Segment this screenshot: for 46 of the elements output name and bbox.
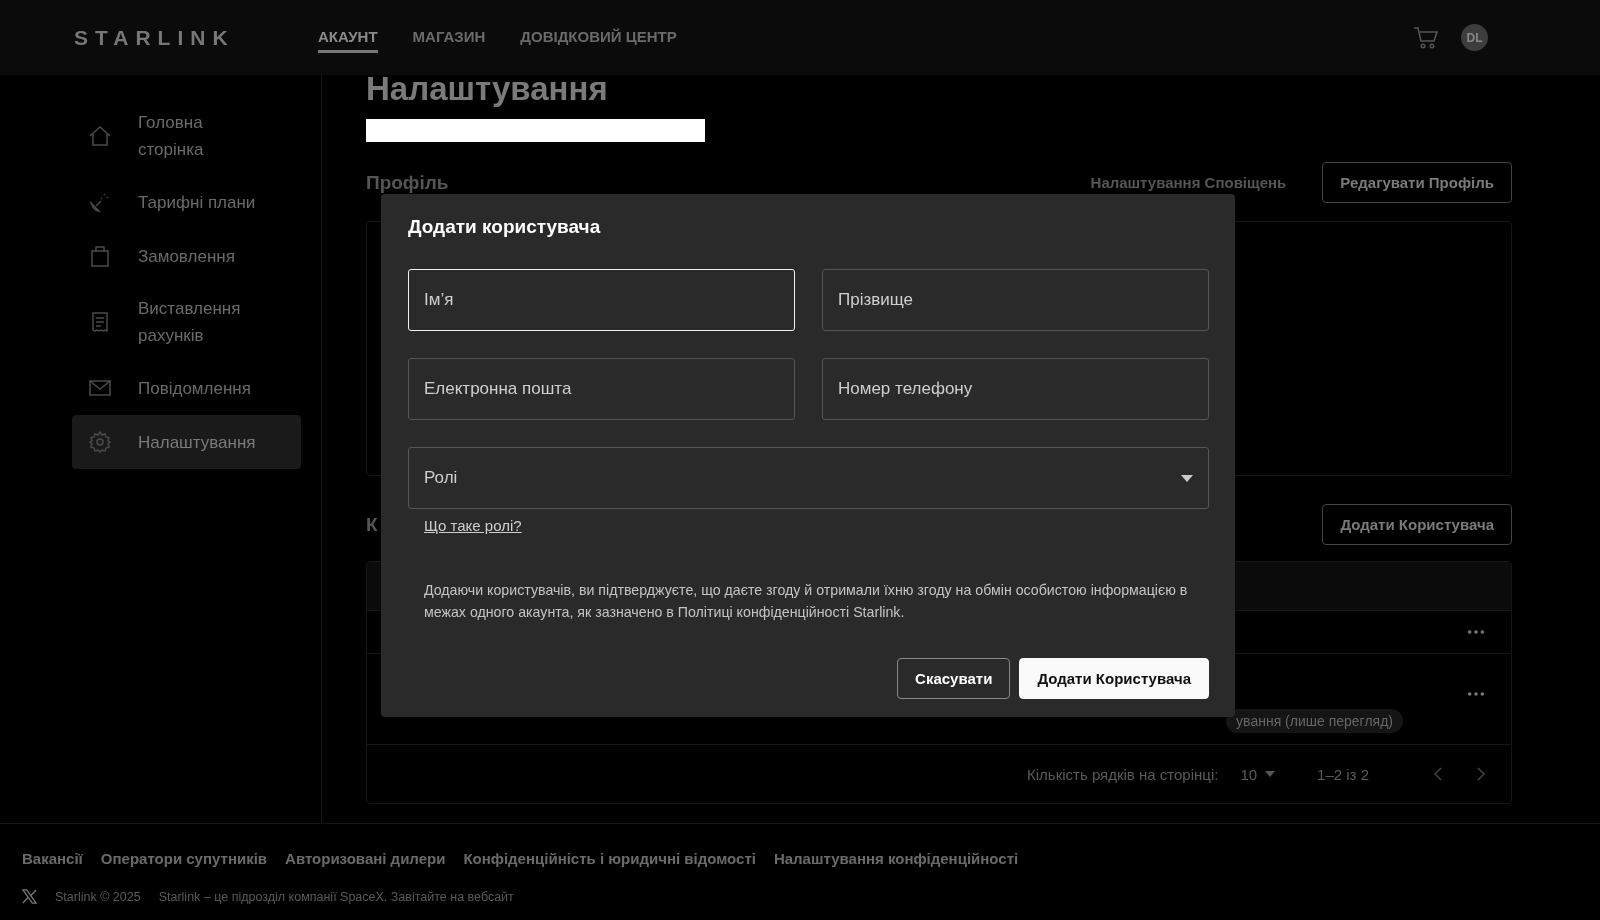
cancel-button[interactable]: Скасувати — [897, 658, 1011, 699]
logo[interactable]: STARLINK — [74, 25, 318, 50]
sidebar-item[interactable]: Налаштування — [72, 415, 301, 469]
more-icon[interactable] — [1467, 629, 1485, 635]
notification-settings-link[interactable]: Налаштування Сповіщень — [1090, 174, 1287, 191]
footer-link[interactable]: Конфіденційність і юридичні відомості — [463, 850, 756, 867]
roles-select[interactable]: Ролі — [408, 447, 1209, 509]
section-heading: Профіль — [366, 171, 449, 194]
rows-per-page-select[interactable]: 10 — [1240, 765, 1276, 783]
footer-link[interactable]: Налаштування конфіденційності — [773, 850, 1019, 867]
nav-tab[interactable]: ДОВІДКОВИЙ ЦЕНТР — [520, 22, 677, 53]
footer-tagline: Starlink – це підрозділ компанії SpaceX. Завітайте на вебсайт — [158, 889, 514, 904]
footer-link[interactable]: Вакансії — [22, 850, 83, 867]
sidebar-item[interactable]: Тарифні плани — [72, 175, 301, 229]
home-icon — [88, 124, 112, 148]
sidebar-item[interactable]: Повідомлення — [72, 361, 301, 415]
nav-tab[interactable]: МАГАЗИН — [412, 22, 486, 53]
avatar[interactable]: DL — [1461, 24, 1488, 51]
dialog-title: Додати користувача — [408, 216, 602, 238]
page-title: Налаштування — [366, 69, 609, 109]
rows-per-page-label: Кількість рядків на сторінці: — [1027, 765, 1219, 783]
page-range: 1–2 із 2 — [1317, 765, 1369, 783]
edit-profile-button[interactable]: Редагувати Профіль — [1322, 162, 1512, 203]
settings-icon — [88, 430, 112, 454]
section-heading: К — [366, 513, 378, 536]
footer-link[interactable]: Оператори супутників — [100, 850, 268, 867]
more-icon[interactable] — [1467, 691, 1485, 697]
x-logo-icon[interactable] — [22, 889, 37, 904]
sidebar-item[interactable]: Замовлення — [72, 229, 301, 283]
caret-icon — [1181, 474, 1193, 482]
cart-icon[interactable] — [1413, 25, 1439, 50]
input-field[interactable]: Прізвище — [822, 269, 1209, 331]
add-user-button[interactable]: Додати Користувача — [1019, 658, 1209, 699]
caret-icon — [1265, 771, 1276, 777]
nav-tab[interactable]: АКАУНТ — [318, 22, 378, 53]
roles-help-link[interactable]: Що таке ролі? — [424, 517, 522, 534]
copyright: Starlink © 2025 — [55, 889, 141, 904]
bag-icon — [88, 244, 112, 268]
sidebar-item[interactable]: Виставлення рахунків — [72, 283, 301, 361]
input-field[interactable]: Електронна пошта — [408, 358, 795, 420]
footer-link[interactable]: Авторизовані дилери — [285, 850, 446, 867]
disclaimer-text: Додаючи користувачів, ви підтверджуєте, що даєте згоду й отримали їхню згоду на обмін особистою інформацією в межах одного акаунта, як зазначено в Політиці конфіденційності Starlink. — [424, 581, 1189, 622]
input-field[interactable]: Номер телефону — [822, 358, 1209, 420]
role-tag: ування (лише перегляд) — [1226, 709, 1403, 733]
add-user-button[interactable]: Додати Користувача — [1322, 504, 1512, 545]
sidebar-item[interactable]: Головна сторінка — [72, 97, 301, 175]
